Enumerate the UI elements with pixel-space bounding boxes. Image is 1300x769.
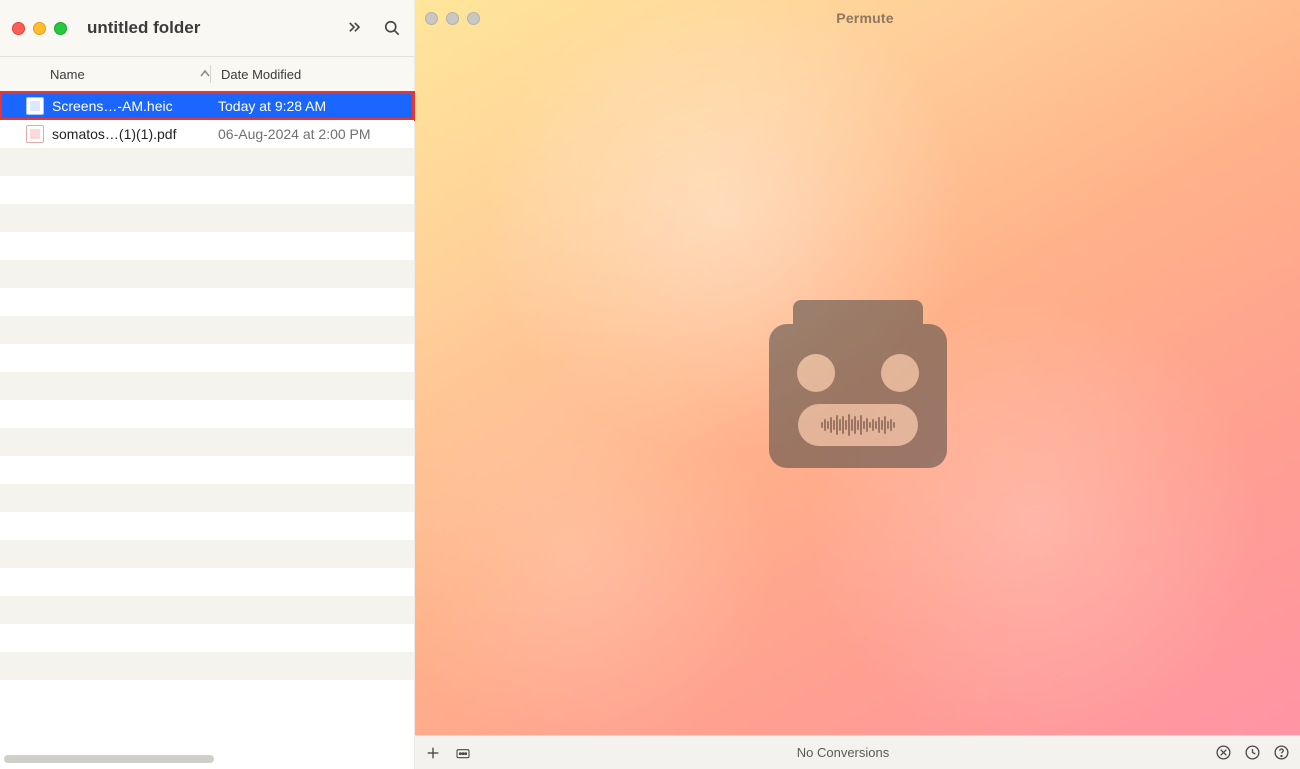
close-window-button[interactable] <box>12 22 25 35</box>
zoom-window-button[interactable] <box>467 12 480 25</box>
permute-footer: No Conversions <box>415 735 1300 769</box>
horizontal-scrollbar[interactable] <box>4 755 214 763</box>
col-header-name[interactable]: Name <box>0 67 210 82</box>
finder-toolbar: untitled folder <box>0 0 414 56</box>
stop-button[interactable] <box>1215 744 1232 761</box>
empty-row <box>0 260 414 288</box>
empty-row <box>0 148 414 176</box>
footer-right <box>1215 744 1290 761</box>
empty-row <box>0 512 414 540</box>
empty-row <box>0 456 414 484</box>
col-header-name-label: Name <box>50 67 85 82</box>
permute-window: Permute <box>415 0 1300 769</box>
minimize-window-button[interactable] <box>33 22 46 35</box>
empty-row <box>0 596 414 624</box>
footer-status: No Conversions <box>471 745 1215 760</box>
finder-title: untitled folder <box>87 18 336 38</box>
empty-row <box>0 316 414 344</box>
empty-row <box>0 680 414 708</box>
file-row[interactable]: somatos…(1)(1).pdf 06-Aug-2024 at 2:00 P… <box>0 120 414 148</box>
empty-row <box>0 344 414 372</box>
finder-window: untitled folder Name Date Modified Scree… <box>0 0 415 769</box>
empty-row <box>0 232 414 260</box>
zoom-window-button[interactable] <box>54 22 67 35</box>
history-button[interactable] <box>1244 744 1261 761</box>
minimize-window-button[interactable] <box>446 12 459 25</box>
footer-left <box>425 745 471 761</box>
robot-drop-icon <box>769 300 947 468</box>
close-window-button[interactable] <box>425 12 438 25</box>
more-toolbar-icon[interactable] <box>344 18 364 38</box>
search-icon[interactable] <box>382 18 402 38</box>
empty-row <box>0 540 414 568</box>
file-type-pdf-icon <box>26 125 44 143</box>
empty-row <box>0 204 414 232</box>
empty-row <box>0 428 414 456</box>
empty-row <box>0 652 414 680</box>
file-date: Today at 9:28 AM <box>208 98 326 114</box>
traffic-lights <box>12 22 67 35</box>
col-header-date-label: Date Modified <box>221 67 301 82</box>
empty-row <box>0 400 414 428</box>
file-name: Screens…-AM.heic <box>52 98 208 114</box>
sort-ascending-icon <box>200 67 210 82</box>
file-type-image-icon <box>26 97 44 115</box>
traffic-lights <box>425 12 480 25</box>
file-list: Screens…-AM.heic Today at 9:28 AM somato… <box>0 92 414 769</box>
column-headers: Name Date Modified <box>0 56 414 92</box>
empty-row <box>0 372 414 400</box>
presets-button[interactable] <box>455 745 471 761</box>
drop-area[interactable] <box>415 32 1300 735</box>
empty-row <box>0 176 414 204</box>
permute-title: Permute <box>492 10 1238 26</box>
file-name: somatos…(1)(1).pdf <box>52 126 208 142</box>
empty-row <box>0 288 414 316</box>
permute-toolbar: Permute <box>415 0 1300 32</box>
empty-row <box>0 568 414 596</box>
col-header-date[interactable]: Date Modified <box>211 67 301 82</box>
empty-row <box>0 484 414 512</box>
empty-row <box>0 624 414 652</box>
help-button[interactable] <box>1273 744 1290 761</box>
file-date: 06-Aug-2024 at 2:00 PM <box>208 126 371 142</box>
file-row[interactable]: Screens…-AM.heic Today at 9:28 AM <box>0 92 414 120</box>
add-button[interactable] <box>425 745 441 761</box>
